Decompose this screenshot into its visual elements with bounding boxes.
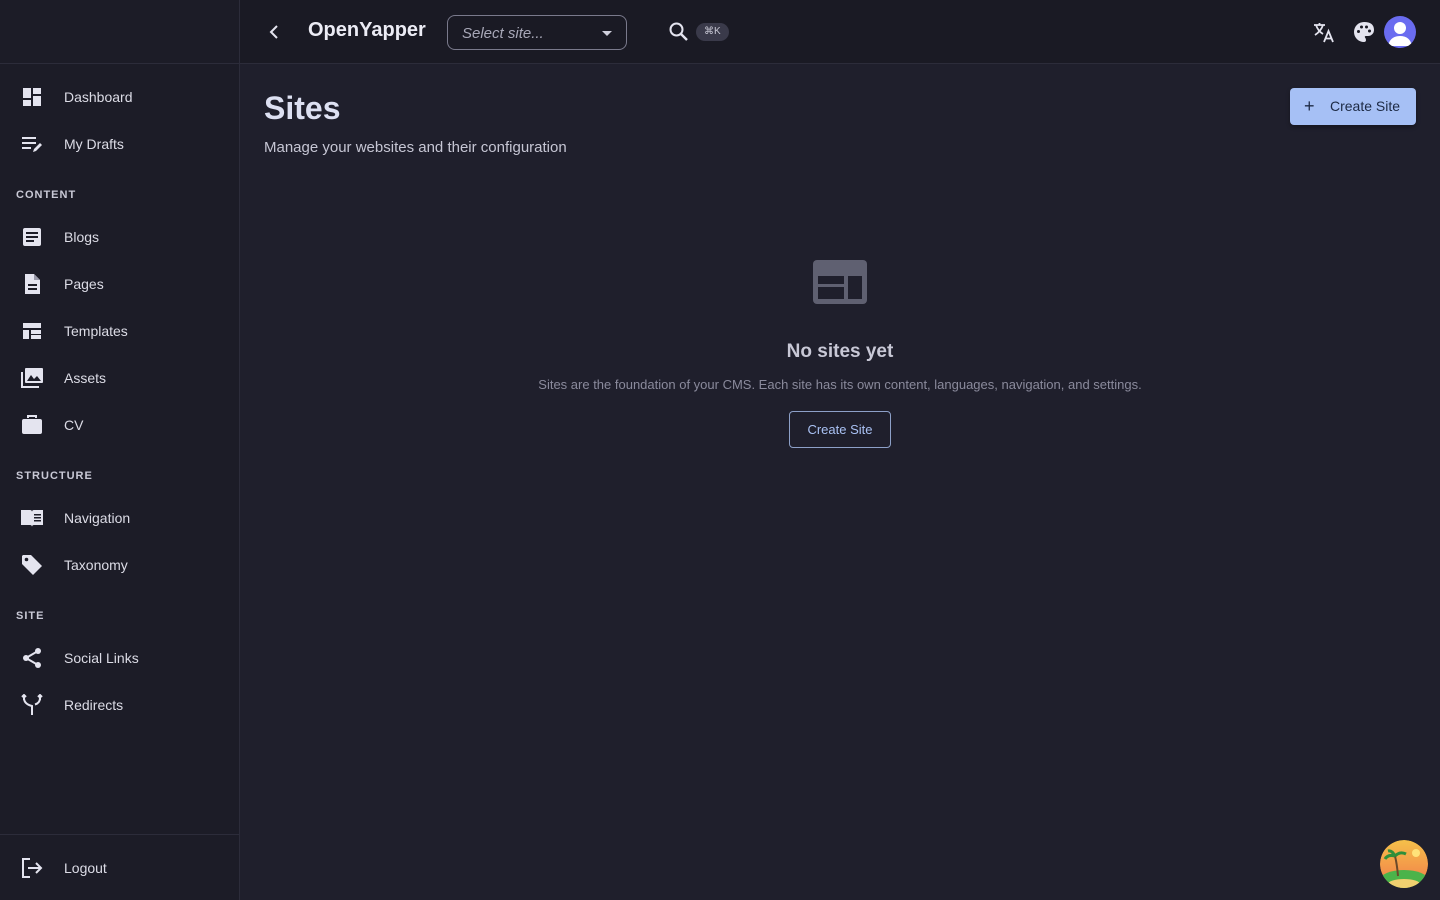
empty-state-create-site-button[interactable]: Create Site xyxy=(789,411,891,448)
section-label-content: CONTENT xyxy=(16,189,77,201)
section-label-structure: STRUCTURE xyxy=(16,470,93,482)
create-site-button[interactable]: + Create Site xyxy=(1290,88,1416,125)
page-title: Sites xyxy=(264,90,341,126)
article-icon xyxy=(20,225,44,249)
top-bar: OpenYapper Select site... ⌘K xyxy=(240,0,1440,64)
sidebar-item-label: Templates xyxy=(64,323,128,339)
search-shortcut-badge: ⌘K xyxy=(696,23,729,41)
sidebar-header xyxy=(0,0,239,64)
share-icon xyxy=(20,646,44,670)
sidebar: Dashboard My Drafts CONTENT Blogs Pages … xyxy=(0,0,240,900)
sidebar-item-taxonomy[interactable]: Taxonomy xyxy=(0,545,239,585)
empty-state-description: Sites are the foundation of your CMS. Ea… xyxy=(538,377,1142,392)
logout-icon xyxy=(20,856,44,880)
plus-icon: + xyxy=(1304,96,1315,116)
sidebar-item-label: Pages xyxy=(64,276,104,292)
search-button[interactable] xyxy=(668,21,690,43)
search-icon xyxy=(669,22,688,41)
sidebar-item-cv[interactable]: CV xyxy=(0,405,239,445)
sidebar-item-navigation[interactable]: Navigation xyxy=(0,498,239,538)
translate-button[interactable] xyxy=(1312,20,1336,44)
sidebar-footer: Logout xyxy=(0,834,239,900)
back-button[interactable] xyxy=(262,20,286,44)
sidebar-item-label: Navigation xyxy=(64,510,131,526)
site-select-placeholder: Select site... xyxy=(462,25,544,42)
app-title[interactable]: OpenYapper xyxy=(308,19,426,42)
page-icon xyxy=(20,272,44,296)
sidebar-item-label: Social Links xyxy=(64,650,139,666)
sidebar-item-label: Blogs xyxy=(64,229,100,245)
sidebar-item-assets[interactable]: Assets xyxy=(0,358,239,398)
images-icon xyxy=(20,366,44,390)
caret-down-icon xyxy=(602,31,612,36)
sidebar-item-label: Assets xyxy=(64,370,107,386)
fork-icon xyxy=(20,693,44,717)
sidebar-item-redirects[interactable]: Redirects xyxy=(0,685,239,725)
sidebar-item-my-drafts[interactable]: My Drafts xyxy=(0,124,239,164)
sidebar-item-social-links[interactable]: Social Links xyxy=(0,638,239,678)
empty-state-title: No sites yet xyxy=(786,341,894,362)
sidebar-item-blogs[interactable]: Blogs xyxy=(0,217,239,257)
briefcase-icon xyxy=(20,413,44,437)
user-icon xyxy=(1388,22,1412,46)
theme-button[interactable] xyxy=(1352,20,1376,44)
section-label-site: SITE xyxy=(16,610,45,622)
dashboard-icon xyxy=(20,85,44,109)
site-select[interactable]: Select site... xyxy=(447,15,627,50)
book-icon xyxy=(20,506,44,530)
translate-icon xyxy=(1314,23,1334,43)
sidebar-item-pages[interactable]: Pages xyxy=(0,264,239,304)
user-avatar[interactable] xyxy=(1384,16,1416,48)
sidebar-item-label: Redirects xyxy=(64,697,124,713)
sidebar-item-label: Taxonomy xyxy=(64,557,128,573)
sidebar-item-label: CV xyxy=(64,417,84,433)
logout-label: Logout xyxy=(64,860,107,876)
page-subtitle: Manage your websites and their configura… xyxy=(264,139,567,156)
template-icon xyxy=(20,319,44,343)
palette-icon xyxy=(1354,22,1374,42)
sidebar-item-templates[interactable]: Templates xyxy=(0,311,239,351)
sidebar-item-label: My Drafts xyxy=(64,136,124,152)
create-site-button-label: Create Site xyxy=(1330,98,1401,114)
assistant-badge-icon[interactable] xyxy=(1380,840,1428,888)
drafts-icon xyxy=(20,132,44,156)
sidebar-item-label: Dashboard xyxy=(64,89,133,105)
tag-icon xyxy=(20,553,44,577)
logout-button[interactable]: Logout xyxy=(0,848,239,888)
web-layout-icon xyxy=(812,258,868,306)
chevron-left-icon xyxy=(269,25,278,39)
sidebar-item-dashboard[interactable]: Dashboard xyxy=(0,77,239,117)
